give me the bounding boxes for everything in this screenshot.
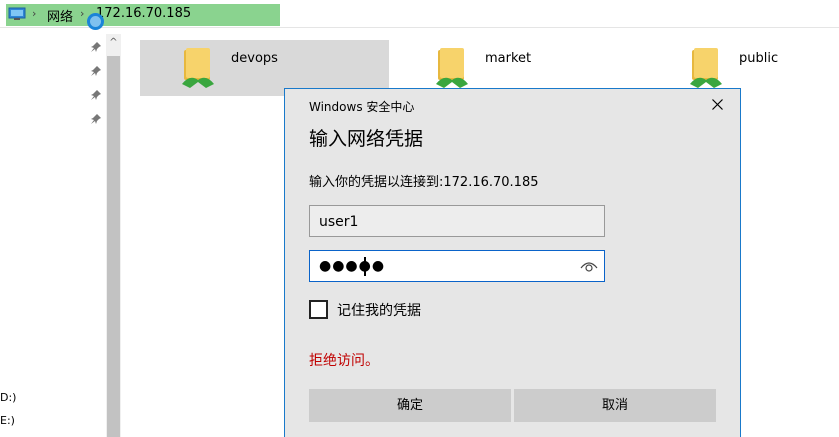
chevron-right-icon: ›	[32, 7, 37, 20]
address-bar[interactable]: › 网络 › 172.16.70.185	[0, 0, 839, 28]
remember-credentials-label[interactable]: 记住我的凭据	[337, 300, 421, 320]
nav-drive-d[interactable]: D:)	[0, 391, 16, 404]
dialog-window-title: Windows 安全中心	[309, 100, 415, 114]
chevron-right-icon: ›	[80, 7, 85, 20]
pin-icon[interactable]	[90, 65, 102, 77]
shared-folder-icon	[436, 48, 468, 88]
password-field[interactable]: ●●●●●	[309, 250, 605, 282]
text-caret	[364, 257, 366, 276]
folder-label: public	[739, 51, 779, 66]
nav-scrollbar-thumb[interactable]	[107, 56, 120, 437]
ok-button[interactable]: 确定	[309, 389, 511, 422]
shared-folder-icon	[182, 48, 214, 88]
pin-icon[interactable]	[90, 41, 102, 53]
shared-folder-icon	[690, 48, 722, 88]
breadcrumb-network[interactable]: 网络	[47, 6, 73, 25]
password-mask: ●●●●●	[319, 258, 386, 274]
mouse-cursor-indicator	[87, 13, 104, 30]
close-button[interactable]	[705, 93, 729, 117]
error-message: 拒绝访问。	[309, 353, 379, 369]
remember-credentials-checkbox[interactable]	[309, 300, 328, 319]
username-value: user1	[319, 214, 359, 230]
scroll-up-icon[interactable]: ^	[106, 34, 121, 52]
pin-icon[interactable]	[90, 113, 102, 125]
close-icon	[711, 99, 723, 110]
credential-dialog: Windows 安全中心 输入网络凭据 输入你的凭据以连接到:172.16.70…	[284, 88, 741, 437]
dialog-description: 输入你的凭据以连接到:172.16.70.185	[309, 175, 539, 190]
cancel-button[interactable]: 取消	[514, 389, 716, 422]
pin-icon[interactable]	[90, 89, 102, 101]
dialog-heading: 输入网络凭据	[309, 128, 424, 150]
username-field[interactable]: user1	[309, 205, 605, 237]
folder-label: market	[485, 51, 532, 66]
reveal-password-icon[interactable]	[580, 259, 598, 273]
breadcrumb-host[interactable]: 172.16.70.185	[96, 6, 191, 21]
folder-label: devops	[231, 51, 278, 66]
nav-drive-e[interactable]: E:)	[0, 414, 15, 427]
network-computer-icon	[8, 7, 26, 20]
